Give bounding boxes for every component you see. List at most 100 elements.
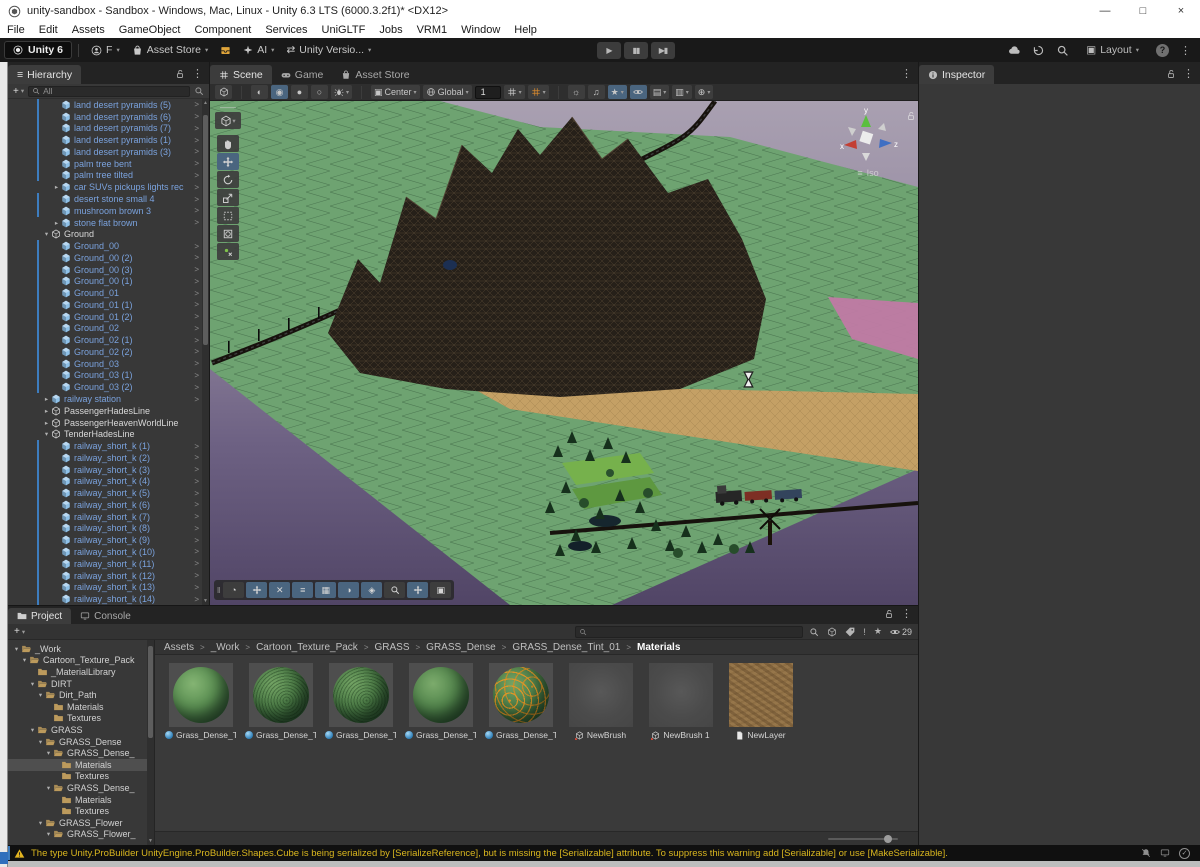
kebab-menu-icon[interactable]: ⋮ [1183, 67, 1194, 80]
overlay-views-dropdown[interactable]: ▥▾ [672, 85, 692, 99]
tab-inspector[interactable]: Inspector [919, 65, 994, 84]
expand-arrow[interactable]: ▾ [44, 784, 53, 792]
hierarchy-item[interactable]: Ground_01> [8, 287, 209, 299]
layout-dropdown[interactable]: ▣ Layout ▾ [1080, 41, 1145, 59]
account-dropdown[interactable]: F ▾ [85, 41, 126, 59]
hierarchy-item[interactable]: ▸railway station> [8, 393, 209, 405]
prefab-open-arrow[interactable]: > [194, 159, 199, 168]
prefab-open-arrow[interactable]: > [194, 324, 199, 333]
expand-arrow[interactable]: ▾ [20, 656, 29, 664]
help-button[interactable]: ? [1156, 44, 1169, 57]
menu-jobs[interactable]: Jobs [372, 22, 409, 38]
prefab-open-arrow[interactable]: > [194, 383, 199, 392]
prefab-open-arrow[interactable]: > [194, 500, 199, 509]
asset-card[interactable]: NewBrush [565, 663, 636, 740]
prefab-open-arrow[interactable]: > [194, 359, 199, 368]
breadcrumb-item[interactable]: Cartoon_Texture_Pack [256, 642, 358, 653]
expand-arrow[interactable]: ▸ [42, 407, 51, 415]
shading-mode-button[interactable]: ◐ [251, 85, 268, 99]
hierarchy-item[interactable]: Ground_00 (2)> [8, 252, 209, 264]
lock-icon[interactable] [1166, 69, 1176, 79]
pivot-mode-dropdown[interactable]: ▣Center▾ [371, 85, 420, 99]
hierarchy-item[interactable]: ▾Ground [8, 228, 209, 240]
hierarchy-item[interactable]: railway_short_k (14)> [8, 593, 209, 605]
prefab-open-arrow[interactable]: > [194, 477, 199, 486]
prefab-open-arrow[interactable]: > [194, 595, 199, 604]
version-control-dropdown[interactable]: ⇄ Unity Versio... ▾ [280, 41, 377, 59]
hierarchy-item[interactable]: Ground_03 (1)> [8, 370, 209, 382]
project-folder-item[interactable]: Textures [8, 805, 154, 817]
move-overlay-tool[interactable] [246, 582, 267, 598]
inbox-button[interactable] [214, 41, 237, 59]
prefab-open-arrow[interactable]: > [194, 347, 199, 356]
asset-label[interactable]: Grass_Dense_T... [405, 730, 476, 740]
project-folder-item[interactable]: ▾GRASS [8, 724, 154, 736]
packages-filter-icon[interactable] [827, 627, 837, 637]
kebab-menu-icon[interactable]: ⋮ [901, 607, 912, 620]
prefab-open-arrow[interactable]: > [194, 171, 199, 180]
debug-mode-dropdown[interactable]: ▾ [331, 85, 352, 99]
shading-unlit-button[interactable]: ○ [311, 85, 328, 99]
project-folder-item[interactable]: Materials [8, 701, 154, 713]
overlay-handle[interactable]: —— [220, 105, 236, 111]
expand-arrow[interactable]: ▾ [36, 691, 45, 699]
breadcrumb-item[interactable]: Assets [164, 642, 194, 653]
hierarchy-item[interactable]: railway_short_k (7)> [8, 511, 209, 523]
hierarchy-item[interactable]: land desert pyramids (1)> [8, 134, 209, 146]
projection-mode-label[interactable]: ≡ Iso [830, 168, 906, 178]
open-in-search-icon[interactable] [809, 627, 819, 637]
prefab-open-arrow[interactable]: > [194, 183, 199, 192]
project-folder-item[interactable]: Textures [8, 771, 154, 783]
expand-arrow[interactable]: ▸ [42, 419, 51, 427]
hierarchy-item[interactable]: ▸PassengerHeavenWorldLine [8, 417, 209, 429]
close-button[interactable]: × [1162, 0, 1200, 22]
gizmo-lock-icon[interactable] [906, 111, 916, 121]
hierarchy-item[interactable]: Ground_00> [8, 240, 209, 252]
zoom-tool[interactable] [384, 582, 405, 598]
kebab-menu-icon[interactable]: ⋮ [1180, 44, 1191, 57]
prefab-open-arrow[interactable]: > [194, 147, 199, 156]
titlebar[interactable]: unity-sandbox - Sandbox - Windows, Mac, … [0, 0, 1200, 22]
prefab-open-arrow[interactable]: > [194, 336, 199, 345]
asset-thumbnail[interactable] [329, 663, 393, 727]
scene-visibility-toggle[interactable] [630, 85, 647, 99]
asset-thumbnail[interactable] [169, 663, 233, 727]
prefab-open-arrow[interactable]: > [194, 253, 199, 262]
undo-history-icon[interactable] [1032, 44, 1045, 57]
tab-console[interactable]: Console [71, 608, 140, 624]
menu-services[interactable]: Services [258, 22, 314, 38]
project-folder-item[interactable]: ▾GRASS_Dense_ [8, 782, 154, 794]
prefab-open-arrow[interactable]: > [194, 571, 199, 580]
asset-card[interactable]: Grass_Dense_T... [405, 663, 476, 740]
status-message[interactable]: The type Unity.ProBuilder UnityEngine.Pr… [31, 848, 948, 859]
asset-card[interactable]: Grass_Dense_T... [485, 663, 556, 740]
display-icon[interactable] [1160, 848, 1170, 858]
lighting-toggle[interactable]: ☼ [568, 85, 585, 99]
expand-arrow[interactable]: ▾ [36, 819, 45, 827]
asset-label[interactable]: NewBrush [575, 730, 626, 740]
hierarchy-item[interactable]: Ground_01 (2)> [8, 311, 209, 323]
project-folder-item[interactable]: ▾GRASS_Dense_ [8, 747, 154, 759]
grid-visibility-dropdown[interactable]: ▾ [528, 85, 549, 99]
project-folder-item[interactable]: Materials [8, 794, 154, 806]
hierarchy-item[interactable]: desert stone small 4> [8, 193, 209, 205]
menu-unigltf[interactable]: UniGLTF [315, 22, 373, 38]
project-folder-item[interactable]: ▾Cartoon_Texture_Pack [8, 655, 154, 667]
scroll-down-arrow[interactable]: ▼ [147, 838, 154, 844]
hierarchy-item[interactable]: Ground_00 (3)> [8, 264, 209, 276]
cloud-icon[interactable] [1008, 44, 1021, 57]
shape-tool[interactable]: ✕ [269, 582, 290, 598]
prefab-open-arrow[interactable]: > [194, 136, 199, 145]
menu-edit[interactable]: Edit [32, 22, 65, 38]
effects-dropdown[interactable]: ★▾ [608, 85, 627, 99]
project-tree-scrollbar[interactable]: ▼ [147, 640, 154, 845]
transform-tool[interactable] [217, 225, 239, 242]
orbit-tool[interactable]: ◔ [223, 582, 244, 598]
asset-label[interactable]: Grass_Dense_T... [245, 730, 316, 740]
menu-gameobject[interactable]: GameObject [112, 22, 188, 38]
menu-window[interactable]: Window [454, 22, 507, 38]
expand-arrow[interactable]: ▾ [36, 738, 45, 746]
project-search-input[interactable] [590, 627, 799, 637]
hierarchy-item[interactable]: Ground_03> [8, 358, 209, 370]
prefab-open-arrow[interactable]: > [194, 289, 199, 298]
